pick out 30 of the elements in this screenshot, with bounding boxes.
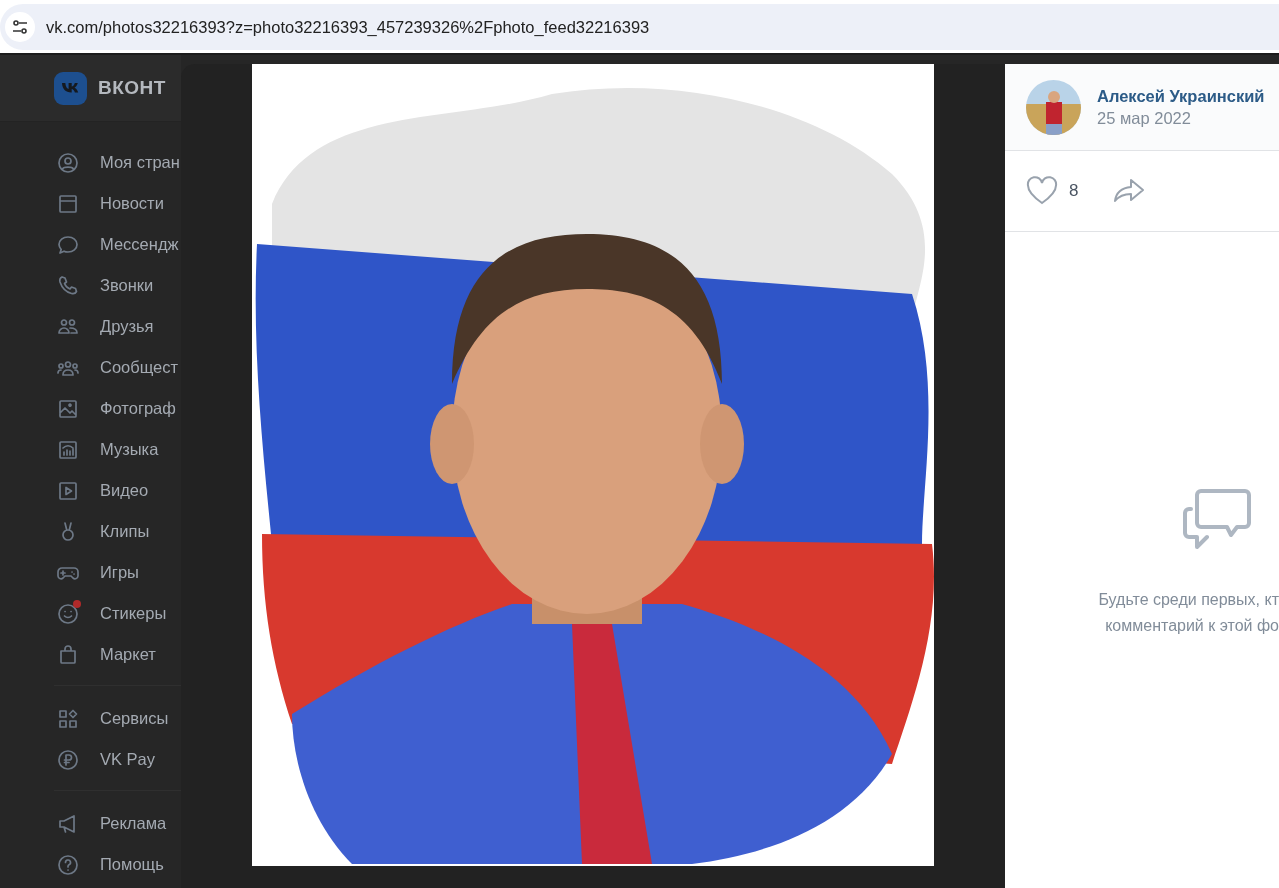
sidebar-item[interactable]: Новости xyxy=(56,183,181,224)
ruble-coin-icon xyxy=(56,747,80,772)
sidebar-item[interactable]: Звонки xyxy=(56,265,181,306)
sidebar-item[interactable]: Помощь xyxy=(56,844,181,885)
sidebar-item[interactable]: Маркет xyxy=(56,634,181,675)
share-icon[interactable] xyxy=(1112,177,1147,205)
sidebar-item[interactable]: Друзья xyxy=(56,306,181,347)
sidebar-item[interactable]: Музыка xyxy=(56,429,181,470)
sidebar-item[interactable]: Клипы xyxy=(56,511,181,552)
empty-comments-text: Будьте среди первых, кт комментарий к этой фо xyxy=(1098,590,1279,636)
author-name[interactable]: Алексей Украинский xyxy=(1097,86,1265,106)
sidebar-item[interactable]: VK Pay xyxy=(56,739,181,780)
sidebar-item[interactable]: Моя стран xyxy=(56,142,181,183)
site-settings-icon[interactable] xyxy=(5,12,35,42)
sidebar-item[interactable]: Фотограф xyxy=(56,388,181,429)
logo-icon[interactable] xyxy=(54,71,87,105)
address-bar[interactable]: vk.com/photos32216393?z=photo32216393_457239326%2Fphoto_feed32216393 xyxy=(0,4,1279,50)
post-date[interactable]: 25 мар 2022 xyxy=(1097,108,1265,128)
sidebar-item[interactable]: Сервисы xyxy=(56,698,181,739)
sidebar-item[interactable]: Реклама xyxy=(56,803,181,844)
logo-text: ВКОНТ xyxy=(98,77,166,99)
sidebar-item[interactable]: Мессендж xyxy=(56,224,181,265)
sidebar-item[interactable]: Сообщест xyxy=(56,347,181,388)
sidebar-item[interactable]: Видео xyxy=(56,470,181,511)
question-icon xyxy=(56,852,80,877)
phone-icon xyxy=(56,273,80,298)
url-text: vk.com/photos32216393?z=photo32216393_457239326%2Fphoto_feed32216393 xyxy=(46,17,650,37)
sidebar-item[interactable]: Игры xyxy=(56,552,181,593)
smile-icon xyxy=(56,601,80,626)
sidebar-item[interactable]: Стикеры xyxy=(56,593,181,634)
